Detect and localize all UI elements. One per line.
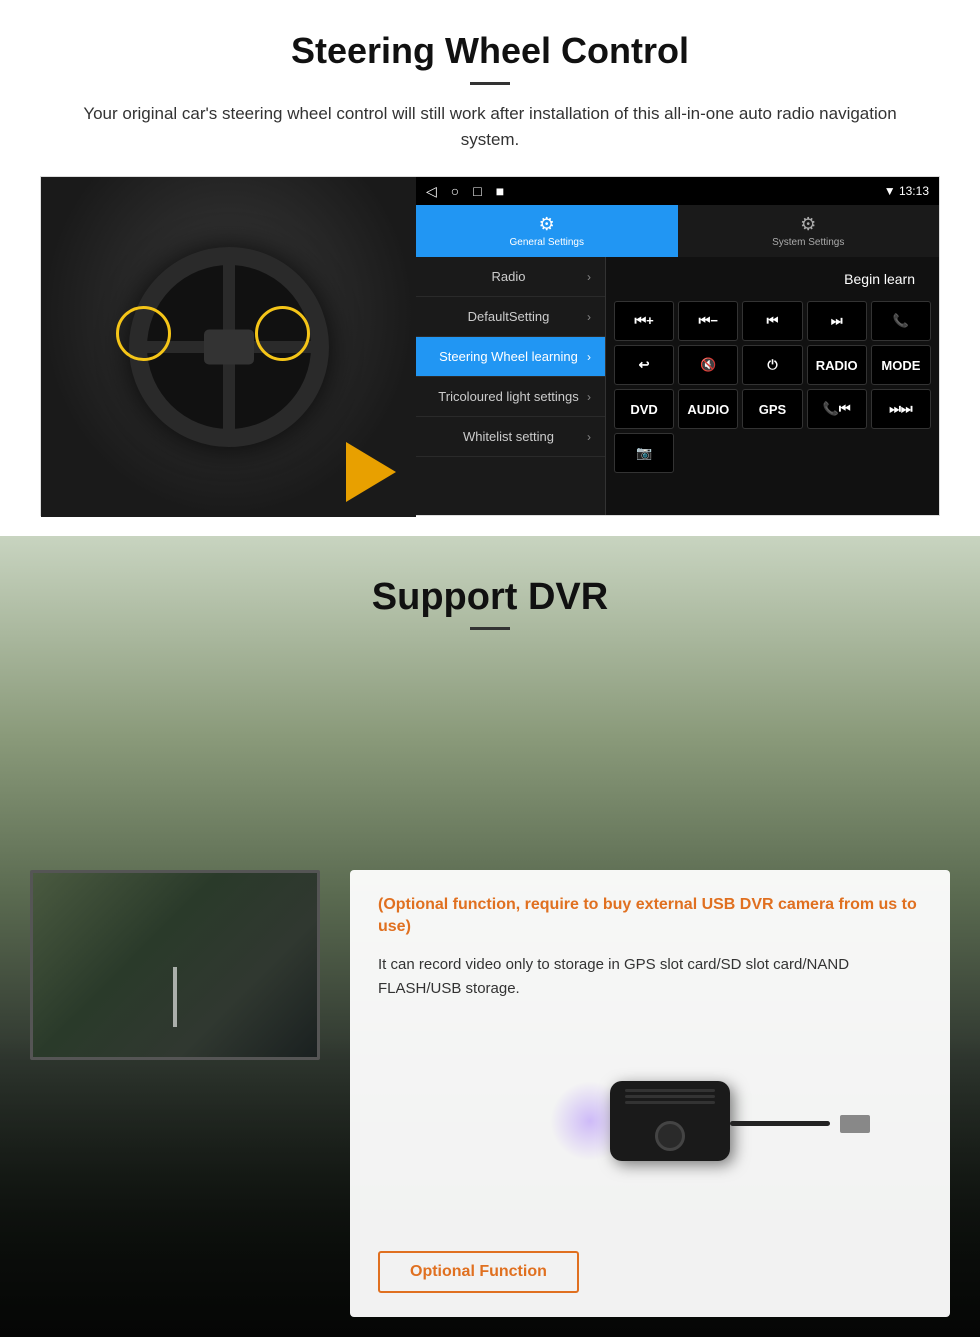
begin-learn-button[interactable]: Begin learn [828,265,931,293]
wheel-btn-left [116,306,171,361]
android-content: Radio › DefaultSetting › Steering Wheel … [416,257,939,515]
ctrl-camera[interactable]: 📷 [614,433,674,473]
ctrl-gps[interactable]: GPS [742,389,802,429]
status-time: ▼ 13:13 [884,184,929,198]
dvr-section: Support DVR (Optional function, require … [0,536,980,1337]
menu-item-defaultsetting[interactable]: DefaultSetting › [416,297,605,337]
ctrl-prev[interactable]: ⏮ [742,301,802,341]
tab-system-settings[interactable]: ⚙ System Settings [678,205,940,257]
tab-general-label: General Settings [510,237,585,248]
ctrl-mute[interactable]: 🔇 [678,345,738,385]
ctrl-power[interactable]: ⏻ [742,345,802,385]
title-divider [470,82,510,85]
menu-item-defaultsetting-label: DefaultSetting [430,309,587,324]
camera-body [610,1081,730,1161]
chevron-right-icon: › [587,430,591,444]
wheel-btn-right [255,306,310,361]
back-icon[interactable]: ◁ [426,183,437,200]
chevron-right-icon: › [587,270,591,284]
tab-system-label: System Settings [772,237,844,248]
menu-item-radio[interactable]: Radio › [416,257,605,297]
menu-item-tricoloured[interactable]: Tricoloured light settings › [416,377,605,417]
control-buttons-grid: ⏮+ ⏮− ⏮ ⏭ 📞 ↩ 🔇 ⏻ RADIO MODE DVD AUDIO G… [614,301,931,473]
dvr-thumbnail [30,870,320,1060]
menu-item-tricoloured-label: Tricoloured light settings [430,389,587,404]
ctrl-mode[interactable]: MODE [871,345,931,385]
ctrl-audio[interactable]: AUDIO [678,389,738,429]
begin-learn-row: Begin learn [614,265,931,293]
dvr-description: It can record video only to storage in G… [378,953,922,1001]
arrow-indicator [346,442,396,502]
menu-item-whitelist[interactable]: Whitelist setting › [416,417,605,457]
optional-function-button[interactable]: Optional Function [378,1241,922,1293]
camera-lens [655,1121,685,1151]
ctrl-vol-down[interactable]: ⏮− [678,301,738,341]
control-panel: Begin learn ⏮+ ⏮− ⏮ ⏭ 📞 ↩ 🔇 ⏻ RADIO MODE… [606,257,939,515]
menu-item-radio-label: Radio [430,269,587,284]
dvr-title: Support DVR [0,576,980,619]
ctrl-vol-up[interactable]: ⏮+ [614,301,674,341]
ctrl-phone[interactable]: 📞 [871,301,931,341]
home-icon[interactable]: ○ [451,183,459,199]
steering-section: Steering Wheel Control Your original car… [0,0,980,536]
steering-title: Steering Wheel Control [40,30,940,72]
dvr-camera-image [378,1021,922,1221]
tab-general-settings[interactable]: ⚙ General Settings [416,205,678,257]
dvr-optional-text: (Optional function, require to buy exter… [378,894,922,939]
ctrl-dvd[interactable]: DVD [614,389,674,429]
ctrl-phone-prev[interactable]: 📞⏮ [807,389,867,429]
menu-item-steering-wheel[interactable]: Steering Wheel learning › [416,337,605,377]
nav-icons: ◁ ○ □ ■ [426,183,504,200]
optional-function-label: Optional Function [378,1251,579,1293]
ctrl-radio[interactable]: RADIO [807,345,867,385]
wheel-center [204,330,254,365]
dvr-title-divider [470,627,510,630]
chevron-right-icon: › [587,390,591,404]
recents-icon[interactable]: □ [473,183,481,199]
ctrl-next-next[interactable]: ⏭⏭ [871,389,931,429]
road-line [173,967,177,1027]
system-settings-icon: ⚙ [800,214,816,235]
general-settings-icon: ⚙ [539,214,555,235]
camera-cable [730,1121,830,1126]
ctrl-next[interactable]: ⏭ [807,301,867,341]
usb-plug [840,1115,870,1133]
dvr-title-area: Support DVR [0,536,980,650]
android-tabs: ⚙ General Settings ⚙ System Settings [416,205,939,257]
ctrl-back[interactable]: ↩ [614,345,674,385]
chevron-right-icon: › [587,310,591,324]
menu-item-steering-label: Steering Wheel learning [430,349,587,364]
android-status-bar: ◁ ○ □ ■ ▼ 13:13 [416,177,939,205]
steering-description: Your original car's steering wheel contr… [60,101,920,152]
menu-icon[interactable]: ■ [496,183,504,199]
ui-panel: ◁ ○ □ ■ ▼ 13:13 ⚙ General Settings ⚙ Sys… [40,176,940,516]
dvr-info-box: (Optional function, require to buy exter… [350,870,950,1317]
menu-list: Radio › DefaultSetting › Steering Wheel … [416,257,606,515]
steering-wheel-image [41,177,416,517]
menu-item-whitelist-label: Whitelist setting [430,429,587,444]
chevron-right-icon: › [587,350,591,364]
android-ui: ◁ ○ □ ■ ▼ 13:13 ⚙ General Settings ⚙ Sys… [416,177,939,515]
dvr-content-area: (Optional function, require to buy exter… [0,850,980,1337]
